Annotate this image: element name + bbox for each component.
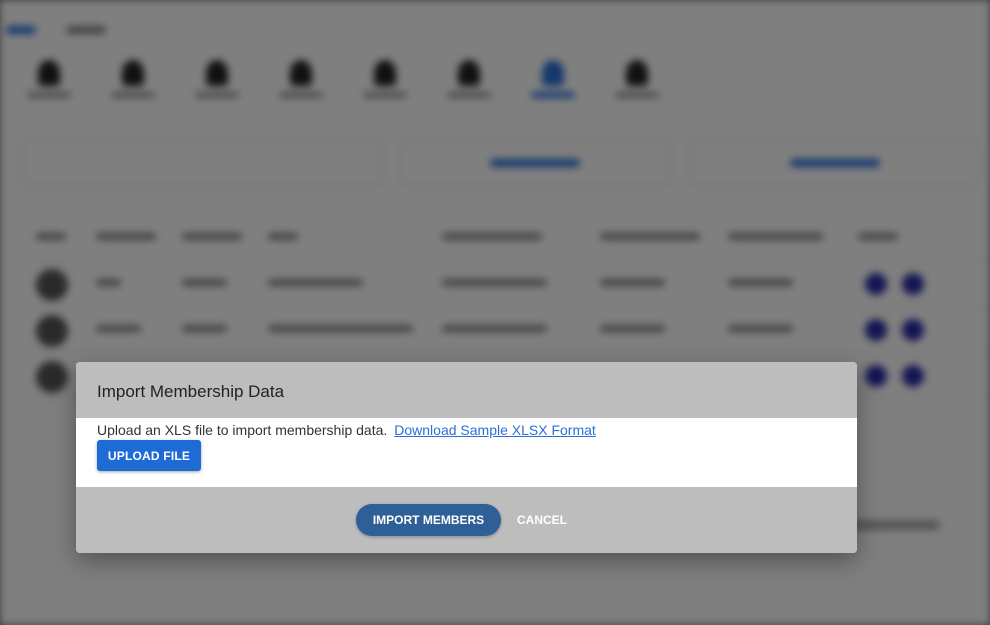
download-sample-link[interactable]: Download Sample XLSX Format [394,422,596,438]
dialog-description: Upload an XLS file to import membership … [97,422,388,438]
dialog-footer: IMPORT MEMBERS CANCEL [76,487,857,553]
import-membership-dialog: Import Membership Data Upload an XLS fil… [76,362,857,553]
dialog-title: Import Membership Data [97,382,285,401]
cancel-button[interactable]: CANCEL [517,504,567,536]
upload-file-button[interactable]: UPLOAD FILE [97,440,201,471]
dialog-description-row: Upload an XLS file to import membership … [97,420,857,440]
import-members-button[interactable]: IMPORT MEMBERS [356,504,501,536]
dialog-header: Import Membership Data [76,362,857,418]
dialog-body: Upload an XLS file to import membership … [76,418,857,487]
